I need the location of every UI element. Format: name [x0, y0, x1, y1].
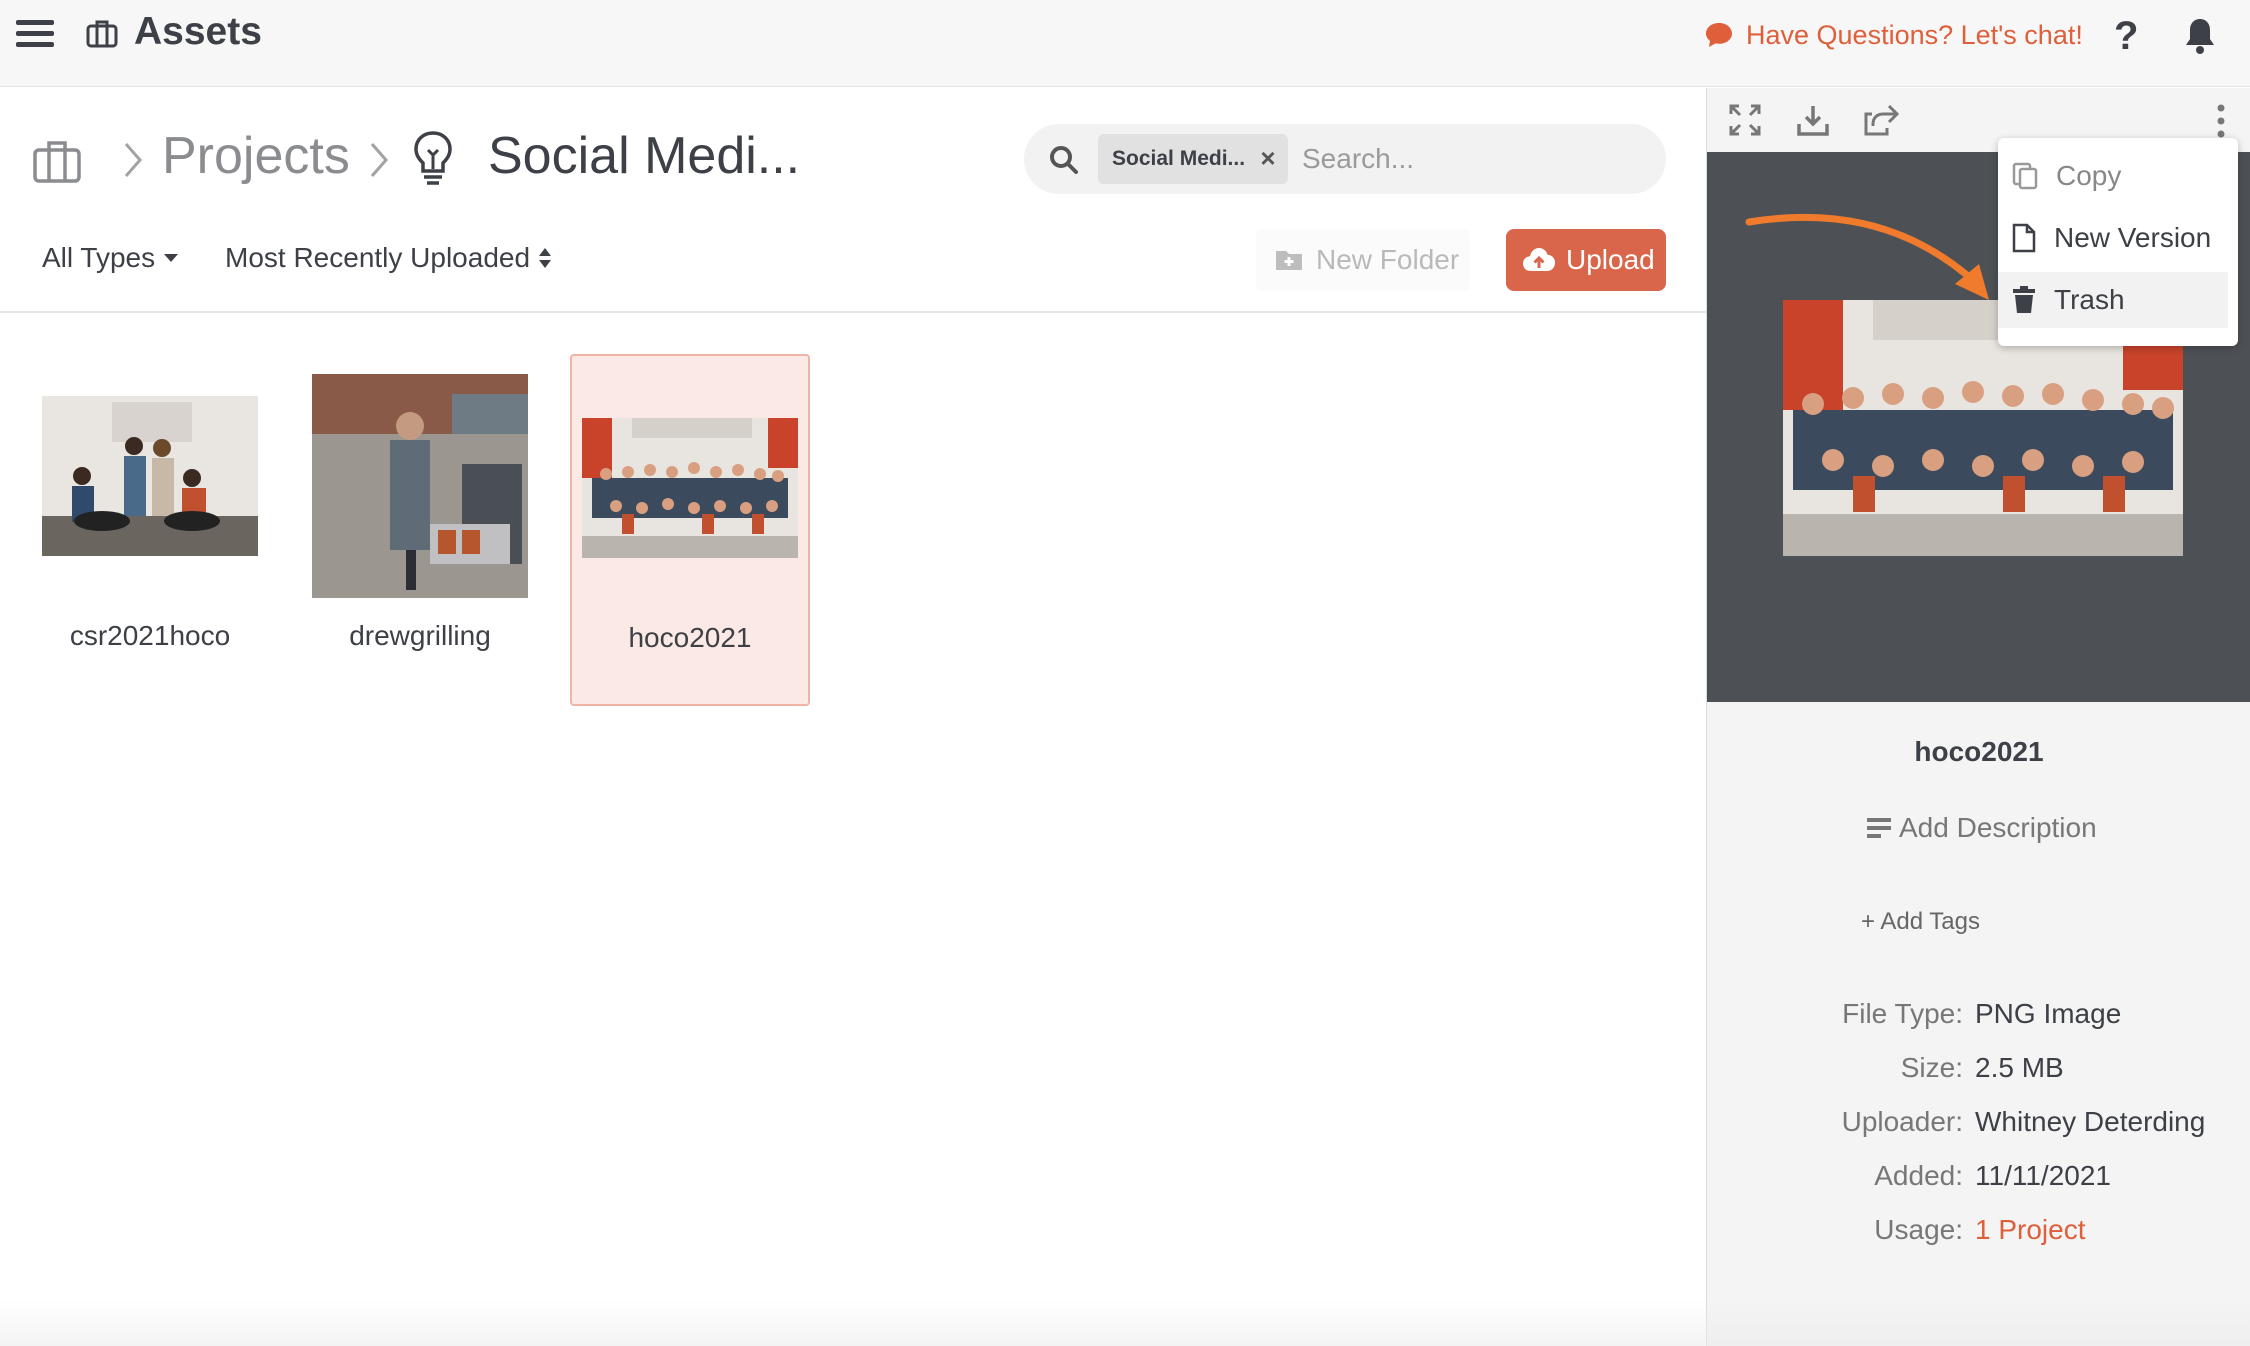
search-filter-chip: Social Medi... × [1098, 134, 1288, 184]
close-icon[interactable]: × [1256, 144, 1280, 172]
new-folder-label: New Folder [1316, 244, 1460, 275]
briefcase-icon[interactable] [32, 138, 82, 184]
description-icon [1867, 818, 1891, 838]
bell-icon[interactable] [2182, 16, 2218, 56]
chat-bubble-icon [1706, 23, 1732, 47]
meta-label: Usage: [1874, 1214, 1963, 1245]
menu-item-new-version[interactable]: New Version [1998, 210, 2228, 266]
meta-label: File Type: [1842, 998, 1963, 1029]
menu-icon[interactable] [16, 20, 54, 48]
divider [0, 311, 1706, 313]
meta-label: Uploader: [1841, 1106, 1963, 1137]
chevron-right-icon [370, 143, 388, 177]
meta-usage: Usage: 1 Project [1707, 1214, 2250, 1254]
meta-size: Size: 2.5 MB [1707, 1052, 2250, 1092]
meta-value: Whitney Deterding [1975, 1106, 2206, 1137]
meta-value: 11/11/2021 [1975, 1160, 2111, 1191]
new-folder-button[interactable]: New Folder [1256, 229, 1470, 291]
meta-label: Added: [1874, 1160, 1963, 1191]
menu-item-copy[interactable]: Copy [1998, 148, 2228, 204]
lightbulb-icon [414, 131, 452, 185]
top-bar: Assets Have Questions? Let's chat! ? [0, 0, 2250, 87]
meta-file-type: File Type: PNG Image [1707, 998, 2250, 1038]
type-filter-dropdown[interactable]: All Types [42, 242, 179, 274]
chevron-right-icon [124, 143, 142, 177]
search-input[interactable] [1300, 138, 1640, 180]
cloud-upload-icon [1523, 248, 1555, 271]
more-options-icon[interactable] [2215, 102, 2227, 140]
upload-button[interactable]: Upload [1506, 229, 1666, 291]
help-icon[interactable]: ? [2114, 14, 2138, 59]
usage-link[interactable]: 1 Project [1975, 1214, 2086, 1246]
menu-item-trash[interactable]: Trash [1998, 272, 2228, 328]
asset-name: drewgrilling [349, 620, 491, 651]
folder-plus-icon [1276, 251, 1302, 270]
type-filter-label: All Types [42, 242, 156, 273]
menu-item-label: Copy [2056, 160, 2122, 191]
expand-icon[interactable] [1727, 102, 1763, 138]
download-icon[interactable] [1795, 102, 1831, 138]
add-description-label: Add Description [1899, 812, 2097, 843]
main-area: Projects Social Medi... Social Medi... ×… [0, 88, 1706, 1346]
more-options-menu: Copy New Version Trash [1998, 138, 2238, 346]
search-chip-label: Social Medi... [1112, 147, 1246, 170]
copy-icon [2012, 162, 2038, 190]
asset-name: csr2021hoco [69, 620, 231, 651]
asset-thumbnail [582, 418, 798, 558]
asset-thumbnail [312, 374, 528, 598]
sort-icon [539, 248, 552, 268]
meta-added: Added: 11/11/2021 [1707, 1160, 2250, 1200]
asset-tile[interactable]: drewgrilling [300, 354, 540, 706]
sort-dropdown[interactable]: Most Recently Uploaded [225, 242, 552, 274]
menu-item-label: Trash [2054, 284, 2125, 315]
breadcrumb-current: Social Medi... [488, 127, 801, 185]
breadcrumb-projects[interactable]: Projects [162, 126, 350, 186]
asset-tile[interactable]: csr2021hoco [30, 354, 270, 706]
trash-icon [2013, 286, 2035, 313]
sort-label: Most Recently Uploaded [225, 242, 531, 273]
menu-item-label: New Version [2054, 222, 2212, 253]
add-description-button[interactable]: Add Description [1867, 808, 2097, 848]
app-title: Assets [134, 10, 262, 53]
asset-thumbnail [42, 396, 258, 556]
meta-uploader: Uploader: Whitney Deterding [1707, 1106, 2250, 1146]
upload-label: Upload [1566, 244, 1655, 275]
meta-label: Size: [1900, 1052, 1963, 1083]
annotation-arrow [1745, 213, 1989, 300]
meta-value: PNG Image [1975, 998, 2122, 1029]
search-bar: Social Medi... × [1024, 124, 1666, 194]
file-icon [2012, 223, 2036, 253]
share-icon[interactable] [1863, 102, 1899, 138]
meta-value: 2.5 MB [1975, 1052, 2064, 1083]
briefcase-icon [86, 20, 118, 48]
asset-name: hoco2021 [628, 622, 752, 653]
chat-link-label: Have Questions? Let's chat! [1746, 19, 2083, 50]
add-tags-button[interactable]: + Add Tags [1861, 908, 1980, 936]
caret-down-icon [164, 254, 179, 262]
asset-title: hoco2021 [1914, 736, 2044, 767]
search-icon [1050, 146, 1078, 174]
asset-tile-selected[interactable]: hoco2021 [570, 354, 810, 706]
bottom-shadow [0, 1300, 2250, 1346]
chat-link[interactable]: Have Questions? Let's chat! [1704, 17, 2083, 53]
